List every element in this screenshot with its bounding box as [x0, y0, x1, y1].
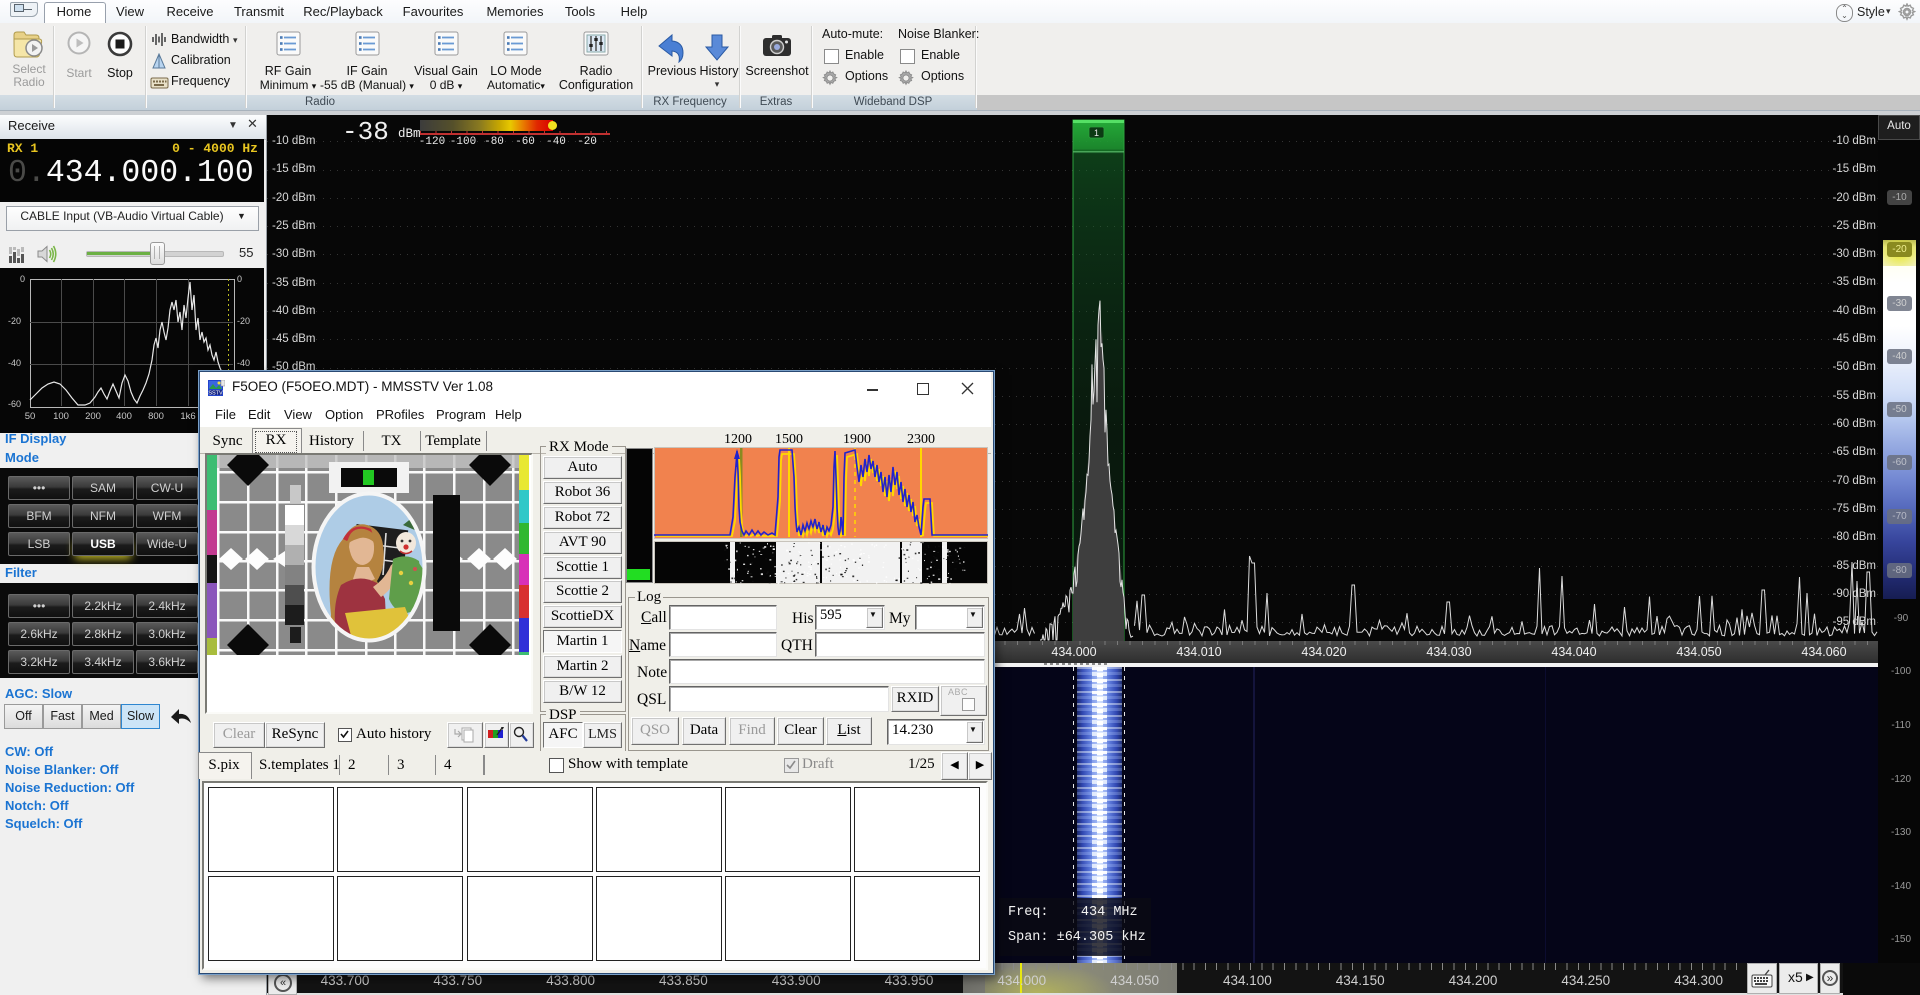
svg-text:SSTV: SSTV — [208, 391, 223, 397]
svg-text:1: 1 — [1094, 128, 1099, 138]
